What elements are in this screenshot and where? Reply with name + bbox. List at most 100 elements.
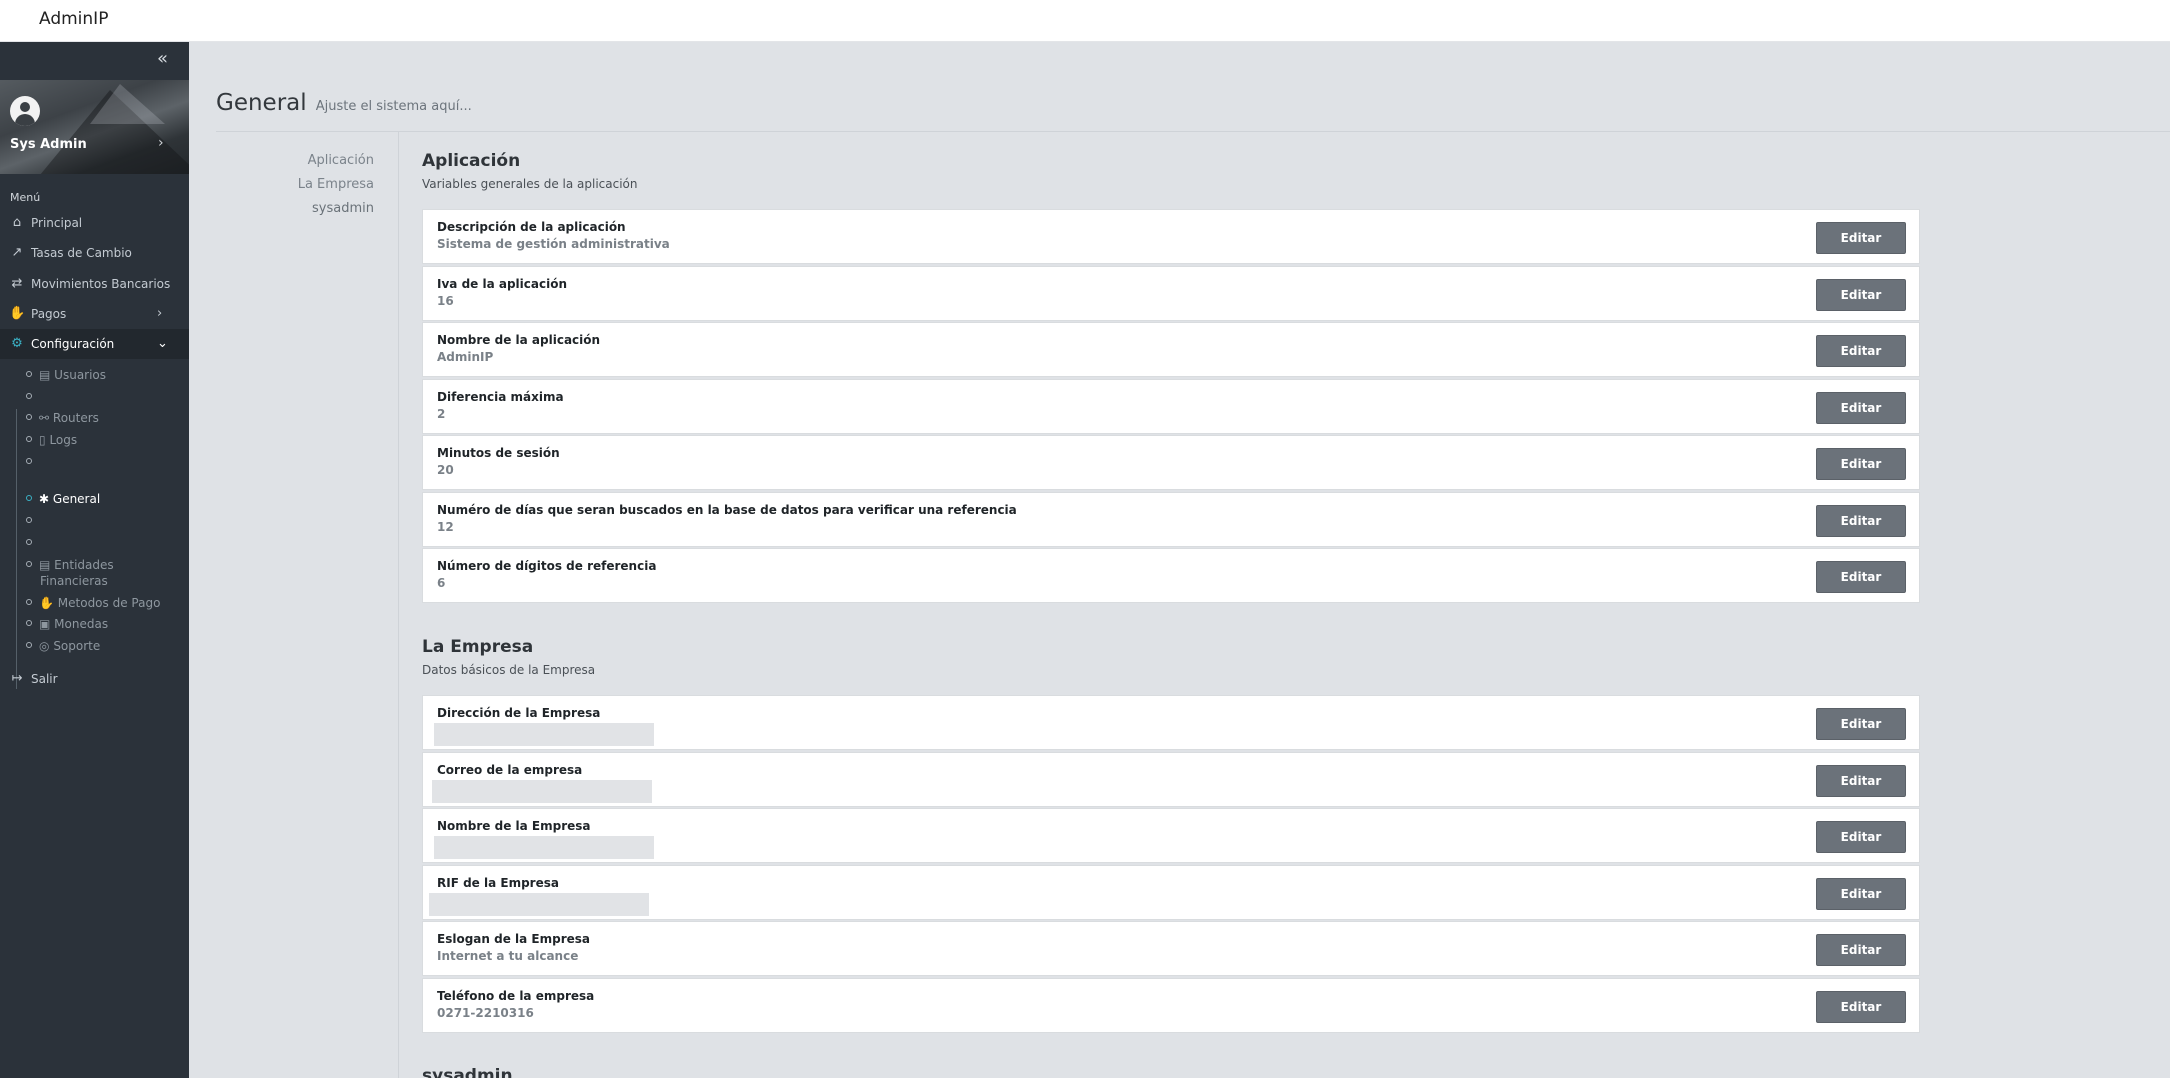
edit-button[interactable]: Editar	[1816, 505, 1906, 537]
sign-out-icon: ↦	[11, 671, 23, 686]
section-link-aplicacion[interactable]: Aplicación	[216, 153, 374, 177]
sidebar-item-label: Salir	[31, 672, 58, 686]
sidebar-item-label: Pagos	[31, 307, 67, 321]
bullet-icon	[26, 371, 32, 377]
submenu-item-label: Monedas	[54, 617, 109, 631]
setting-label: Numéro de días que seran buscados en la …	[437, 503, 1017, 517]
setting-label: Teléfono de la empresa	[437, 989, 595, 1003]
setting-row: Teléfono de la empresa 0271-2210316 Edit…	[422, 978, 1920, 1033]
sidebar-item-principal[interactable]: ⌂ Principal	[0, 208, 189, 238]
setting-row: Nombre de la aplicación AdminIP Editar	[422, 322, 1920, 377]
chevron-right-icon: ›	[157, 306, 163, 321]
redacted-value	[434, 836, 654, 859]
setting-value: 6	[437, 576, 446, 590]
setting-value: 16	[437, 294, 454, 308]
bullet-icon	[26, 436, 32, 442]
app-brand[interactable]: AdminIP	[39, 9, 108, 29]
page-subtitle: Ajuste el sistema aquí...	[315, 99, 472, 114]
edit-button[interactable]: Editar	[1816, 448, 1906, 480]
submenu-item-label: Soporte	[53, 639, 101, 653]
bullet-icon	[26, 642, 32, 648]
section-nav-divider	[398, 131, 399, 1078]
setting-row: Nombre de la Empresa Editar	[422, 808, 1920, 863]
section-title: La Empresa	[422, 637, 534, 657]
setting-label: Número de dígitos de referencia	[437, 559, 657, 573]
bullet-icon	[26, 458, 32, 464]
chart-line-icon: ↗	[11, 245, 23, 260]
edit-button[interactable]: Editar	[1816, 934, 1906, 966]
sidebar-item-label: Configuración	[31, 337, 115, 351]
submenu-item-label: General	[52, 492, 101, 506]
setting-label: Minutos de sesión	[437, 446, 560, 460]
setting-row: Número de dígitos de referencia 6 Editar	[422, 548, 1920, 603]
setting-label: Nombre de la aplicación	[437, 333, 601, 347]
sidebar-item-label: Principal	[31, 216, 83, 230]
redacted-value	[434, 723, 654, 746]
section-link-sysadmin[interactable]: sysadmin	[216, 201, 374, 225]
section-description: Datos básicos de la Empresa	[422, 663, 596, 677]
submenu-item-label: Logs	[49, 433, 78, 447]
submenu-item-label: Metodos de Pago	[57, 596, 161, 610]
setting-row: Diferencia máxima 2 Editar	[422, 379, 1920, 434]
edit-button[interactable]: Editar	[1816, 335, 1906, 367]
bullet-icon	[26, 517, 32, 523]
edit-button[interactable]: Editar	[1816, 991, 1906, 1023]
sitemap-icon: ⚯	[39, 411, 50, 425]
edit-button[interactable]: Editar	[1816, 222, 1906, 254]
page-title: General	[216, 90, 307, 116]
user-name: Sys Admin	[10, 137, 87, 152]
edit-button[interactable]: Editar	[1816, 561, 1906, 593]
collapse-sidebar-icon[interactable]: «	[157, 50, 175, 68]
section-nav: Aplicación La Empresa sysadmin	[216, 153, 374, 225]
submenu-item-label-line2: Financieras	[40, 574, 108, 588]
setting-row: RIF de la Empresa Editar	[422, 865, 1920, 920]
setting-row: Minutos de sesión 20 Editar	[422, 435, 1920, 490]
setting-row: Correo de la empresa Editar	[422, 752, 1920, 807]
profile-background-peak	[90, 84, 165, 124]
sidebar-item-tasas-de-cambio[interactable]: ↗ Tasas de Cambio	[0, 238, 189, 268]
submenu-item-label: Routers	[52, 411, 99, 425]
sidebar-item-movimientos-bancarios[interactable]: ⇄ Movimientos Bancarios	[0, 269, 189, 299]
setting-value: 2	[437, 407, 446, 421]
chevron-right-icon[interactable]: ›	[158, 135, 164, 151]
setting-label: Dirección de la Empresa	[437, 706, 601, 720]
sidebar-item-pagos[interactable]: ✋ Pagos ›	[0, 299, 189, 329]
menu-title: Menú	[10, 191, 41, 204]
edit-button[interactable]: Editar	[1816, 878, 1906, 910]
hand-holding-dollar-icon: ✋	[39, 596, 54, 610]
setting-label: Eslogan de la Empresa	[437, 932, 590, 946]
setting-value: AdminIP	[437, 350, 494, 364]
edit-button[interactable]: Editar	[1816, 392, 1906, 424]
sidebar-item-label: Movimientos Bancarios	[31, 277, 171, 291]
setting-label: Nombre de la Empresa	[437, 819, 591, 833]
edit-button[interactable]: Editar	[1816, 279, 1906, 311]
setting-value: Sistema de gestión administrativa	[437, 237, 670, 251]
bullet-icon	[26, 414, 32, 420]
setting-row: Eslogan de la Empresa Internet a tu alca…	[422, 921, 1920, 976]
section-title-sysadmin: sysadmin	[422, 1066, 513, 1078]
sidebar: « Sys Admin › Menú ⌂ Principal ↗ Tasas d…	[0, 42, 189, 1078]
bullet-icon	[26, 561, 32, 567]
id-card-icon: ▤	[39, 368, 51, 382]
setting-value: 0271-2210316	[437, 1006, 534, 1020]
section-link-la-empresa[interactable]: La Empresa	[216, 177, 374, 201]
top-bar: AdminIP	[0, 0, 2170, 42]
redacted-value	[432, 780, 652, 803]
section-title: Aplicación	[422, 151, 521, 171]
setting-value: Internet a tu alcance	[437, 949, 579, 963]
bullet-icon	[26, 599, 32, 605]
user-profile-panel[interactable]: Sys Admin ›	[0, 80, 189, 174]
gears-icon: ⚙	[11, 336, 23, 351]
section-aplicacion: Aplicación Variables generales de la apl…	[422, 151, 638, 191]
page-header: General Ajuste el sistema aquí...	[216, 90, 472, 116]
submenu-tree-line	[16, 409, 17, 689]
setting-row: Dirección de la Empresa Editar	[422, 695, 1920, 750]
edit-button[interactable]: Editar	[1816, 765, 1906, 797]
sidebar-item-salir[interactable]: ↦ Salir	[0, 664, 189, 694]
bullet-icon	[26, 495, 32, 501]
edit-button[interactable]: Editar	[1816, 708, 1906, 740]
edit-button[interactable]: Editar	[1816, 821, 1906, 853]
home-icon: ⌂	[12, 215, 22, 230]
setting-row: Numéro de días que seran buscados en la …	[422, 492, 1920, 547]
sidebar-item-configuracion[interactable]: ⚙ Configuración ⌄	[0, 329, 189, 359]
